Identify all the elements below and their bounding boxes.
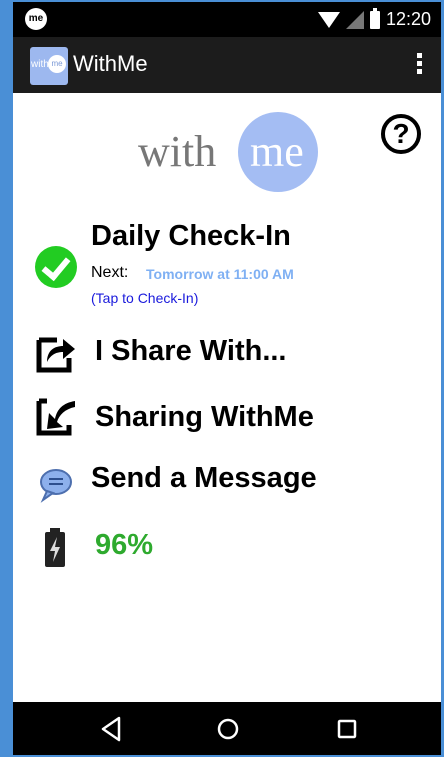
help-icon[interactable]: ?: [381, 114, 421, 154]
status-bar: me 12:20: [13, 2, 441, 37]
app-bar: with me WithMe: [13, 37, 441, 93]
status-time: 12:20: [385, 9, 431, 29]
i-share-with-button[interactable]: I Share With...: [95, 335, 287, 368]
withme-logo: with me: [138, 112, 338, 192]
checkmark-icon[interactable]: [35, 246, 77, 288]
tap-to-checkin-link[interactable]: (Tap to Check-In): [91, 290, 198, 306]
app-logo-with: with: [31, 59, 49, 70]
checkin-title[interactable]: Daily Check-In: [91, 220, 291, 253]
navigation-bar: [13, 702, 441, 755]
sharing-withme-button[interactable]: Sharing WithMe: [95, 401, 314, 434]
next-checkin-time: Tomorrow at 11:00 AM: [146, 266, 294, 282]
back-icon[interactable]: [81, 702, 141, 755]
app-logo-icon: with me: [30, 47, 68, 85]
share-in-icon[interactable]: [35, 395, 77, 437]
share-out-icon[interactable]: [35, 332, 77, 374]
app-notification-icon: me: [25, 8, 47, 30]
overflow-menu-icon[interactable]: [417, 53, 423, 77]
app-title: WithMe: [73, 51, 148, 76]
chat-bubble-icon[interactable]: [35, 464, 77, 506]
battery-percent: 96%: [95, 529, 154, 561]
home-icon[interactable]: [198, 702, 258, 755]
send-message-button[interactable]: Send a Message: [91, 462, 317, 495]
phone-screen: me 12:20 with me WithMe with me ? Daily …: [13, 2, 441, 755]
recents-icon[interactable]: [317, 702, 377, 755]
wifi-icon: [317, 11, 340, 28]
app-logo-me: me: [48, 55, 66, 73]
battery-icon: [369, 7, 380, 29]
next-label: Next:: [91, 264, 129, 281]
status-icons: 12:20: [317, 2, 431, 37]
logo-with-text: with: [138, 127, 217, 176]
signal-icon: [345, 10, 364, 29]
battery-charging-icon: [45, 528, 65, 567]
logo-me-text: me: [250, 127, 304, 176]
